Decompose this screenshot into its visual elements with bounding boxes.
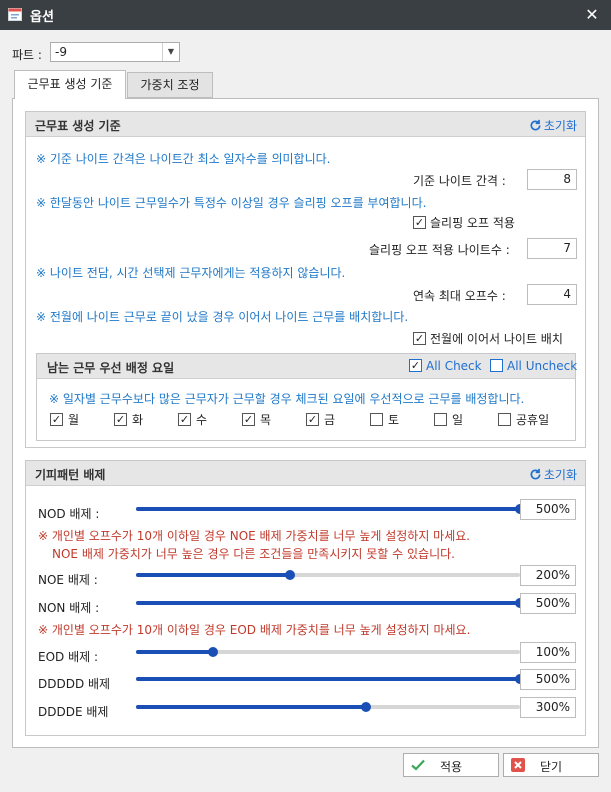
nod-label: NOD 배제 : xyxy=(38,507,100,521)
remaining-days-group: 남는 근무 우선 배정 요일 ✓ All Check All Uncheck ※… xyxy=(36,353,577,441)
noe-value[interactable]: 200% xyxy=(520,565,576,586)
day-wed-label: 수 xyxy=(196,413,208,427)
non-label: NON 배제 : xyxy=(38,601,100,615)
non-slider-fill xyxy=(136,601,520,605)
nod-slider-fill xyxy=(136,507,520,511)
day-sat-label: 토 xyxy=(388,413,400,427)
ddddd-slider-fill xyxy=(136,677,520,681)
generation-group: 근무표 생성 기준 초기화 ※ 기준 나이트 간격은 나이트간 최소 일자수를 … xyxy=(25,111,586,448)
noe-slider[interactable] xyxy=(136,570,520,580)
continue-night-checkbox[interactable]: ✓ xyxy=(413,332,426,345)
max-off-input[interactable]: 4 xyxy=(527,284,577,305)
day-thu-label: 목 xyxy=(260,413,272,427)
sleeping-nights-label: 슬리핑 오프 적용 나이트수 : xyxy=(369,243,510,257)
chevron-down-icon[interactable]: ▼ xyxy=(162,43,179,61)
avoid-pattern-title: 기피패턴 배제 xyxy=(35,468,106,482)
tab-generation[interactable]: 근무표 생성 기준 xyxy=(14,70,126,99)
part-select-value: -9 xyxy=(55,45,67,59)
close-icon[interactable]: ✕ xyxy=(581,4,603,26)
note-exclusion: ※ 나이트 전담, 시간 선택제 근무자에게는 적용하지 않습니다. xyxy=(36,266,346,280)
day-tue-checkbox[interactable]: ✓ xyxy=(114,413,127,426)
nod-slider[interactable] xyxy=(136,504,525,514)
noe-slider-fill xyxy=(136,573,290,577)
dddde-slider-thumb[interactable] xyxy=(361,702,372,712)
close-button-label: 닫기 xyxy=(539,760,563,774)
day-sat-checkbox[interactable] xyxy=(370,413,383,426)
app-icon xyxy=(8,8,22,21)
day-fri-label: 금 xyxy=(324,413,336,427)
noe-slider-thumb[interactable] xyxy=(284,570,295,580)
generation-reset-label: 초기화 xyxy=(543,119,577,133)
part-select[interactable]: -9 ▼ xyxy=(50,42,180,62)
avoid-reset-button[interactable]: 초기화 xyxy=(529,466,577,483)
sleeping-off-checkbox[interactable]: ✓ xyxy=(413,216,426,229)
apply-button[interactable]: 적용 xyxy=(403,753,499,777)
note-continue-night: ※ 전월에 나이트 근무로 끝이 났을 경우 이어서 나이트 근무를 배치합니다… xyxy=(36,310,409,324)
part-label: 파트 : xyxy=(12,48,42,62)
all-uncheck-label[interactable]: All Uncheck xyxy=(507,359,577,373)
continue-night-label: 전월에 이어서 나이트 배치 xyxy=(430,332,563,346)
eod-warning: ※ 개인별 오프수가 10개 이하일 경우 EOD 배제 가중치를 너무 높게 … xyxy=(38,623,471,637)
generation-group-header: 근무표 생성 기준 초기화 xyxy=(26,112,585,137)
eod-value[interactable]: 100% xyxy=(520,642,576,663)
remaining-days-header: 남는 근무 우선 배정 요일 ✓ All Check All Uncheck xyxy=(37,354,577,379)
noe-label: NOE 배제 : xyxy=(38,573,98,587)
day-fri-checkbox[interactable]: ✓ xyxy=(306,413,319,426)
night-gap-input[interactable]: 8 xyxy=(527,169,577,190)
nod-value[interactable]: 500% xyxy=(520,499,576,520)
day-sun-checkbox[interactable] xyxy=(434,413,447,426)
note-sleeping-off: ※ 한달동안 나이트 근무일수가 특정수 이상일 경우 슬리핑 오프를 부여합니… xyxy=(36,196,427,210)
night-gap-label: 기준 나이트 간격 : xyxy=(413,174,506,188)
day-sun-label: 일 xyxy=(452,413,464,427)
day-wed-checkbox[interactable]: ✓ xyxy=(178,413,191,426)
apply-button-label: 적용 xyxy=(439,760,463,774)
generation-group-title: 근무표 생성 기준 xyxy=(35,119,121,133)
generation-reset-button[interactable]: 초기화 xyxy=(529,117,577,134)
avoid-pattern-header: 기피패턴 배제 초기화 xyxy=(26,461,585,486)
eod-slider-thumb[interactable] xyxy=(207,647,218,657)
non-value[interactable]: 500% xyxy=(520,593,576,614)
ddddd-slider[interactable] xyxy=(136,674,525,684)
eod-slider-fill xyxy=(136,650,213,654)
ddddd-value[interactable]: 500% xyxy=(520,669,576,690)
refresh-icon xyxy=(530,119,541,131)
title-bar: 옵션 ✕ xyxy=(0,0,611,30)
all-check-label[interactable]: All Check xyxy=(426,359,482,373)
dddde-value[interactable]: 300% xyxy=(520,697,576,718)
day-tue-label: 화 xyxy=(132,413,144,427)
max-off-label: 연속 최대 오프수 : xyxy=(413,289,506,303)
day-holiday-label: 공휴일 xyxy=(516,413,550,427)
avoid-pattern-group: 기피패턴 배제 초기화 NOD 배제 : 500% ※ 개인별 오프수가 10개… xyxy=(25,460,586,736)
note-remaining-days: ※ 일자별 근무수보다 많은 근무자가 근무할 경우 체크된 요일에 우선적으로… xyxy=(49,392,525,406)
close-button[interactable]: 닫기 xyxy=(503,753,599,777)
tab-panel: 근무표 생성 기준 초기화 ※ 기준 나이트 간격은 나이트간 최소 일자수를 … xyxy=(12,98,599,748)
refresh-icon xyxy=(530,468,541,480)
noe-warning-line1: ※ 개인별 오프수가 10개 이하일 경우 NOE 배제 가중치를 너무 높게 … xyxy=(38,529,471,543)
sleeping-nights-input[interactable]: 7 xyxy=(527,238,577,259)
noe-warning-line2: NOE 배제 가중치가 너무 높은 경우 다른 조건들을 만족시키지 못할 수 … xyxy=(52,547,455,561)
day-thu-checkbox[interactable]: ✓ xyxy=(242,413,255,426)
ddddd-label: DDDDD 배제 xyxy=(38,677,111,691)
eod-label: EOD 배제 : xyxy=(38,650,99,664)
avoid-reset-label: 초기화 xyxy=(543,468,577,482)
day-mon-label: 월 xyxy=(68,413,80,427)
tab-weights[interactable]: 가중치 조정 xyxy=(127,72,213,98)
note-night-gap: ※ 기준 나이트 간격은 나이트간 최소 일자수를 의미합니다. xyxy=(36,152,331,166)
all-check-checkbox[interactable]: ✓ xyxy=(409,359,422,372)
day-holiday-checkbox[interactable] xyxy=(498,413,511,426)
dddde-slider-fill xyxy=(136,705,367,709)
window-title: 옵션 xyxy=(30,10,54,25)
all-uncheck-checkbox[interactable] xyxy=(490,359,503,372)
eod-slider[interactable] xyxy=(136,647,520,657)
dddde-label: DDDDE 배제 xyxy=(38,705,109,719)
sleeping-off-label: 슬리핑 오프 적용 xyxy=(430,216,515,230)
dddde-slider[interactable] xyxy=(136,702,520,712)
day-mon-checkbox[interactable]: ✓ xyxy=(50,413,63,426)
remaining-days-title: 남는 근무 우선 배정 요일 xyxy=(47,361,175,375)
non-slider[interactable] xyxy=(136,598,525,608)
